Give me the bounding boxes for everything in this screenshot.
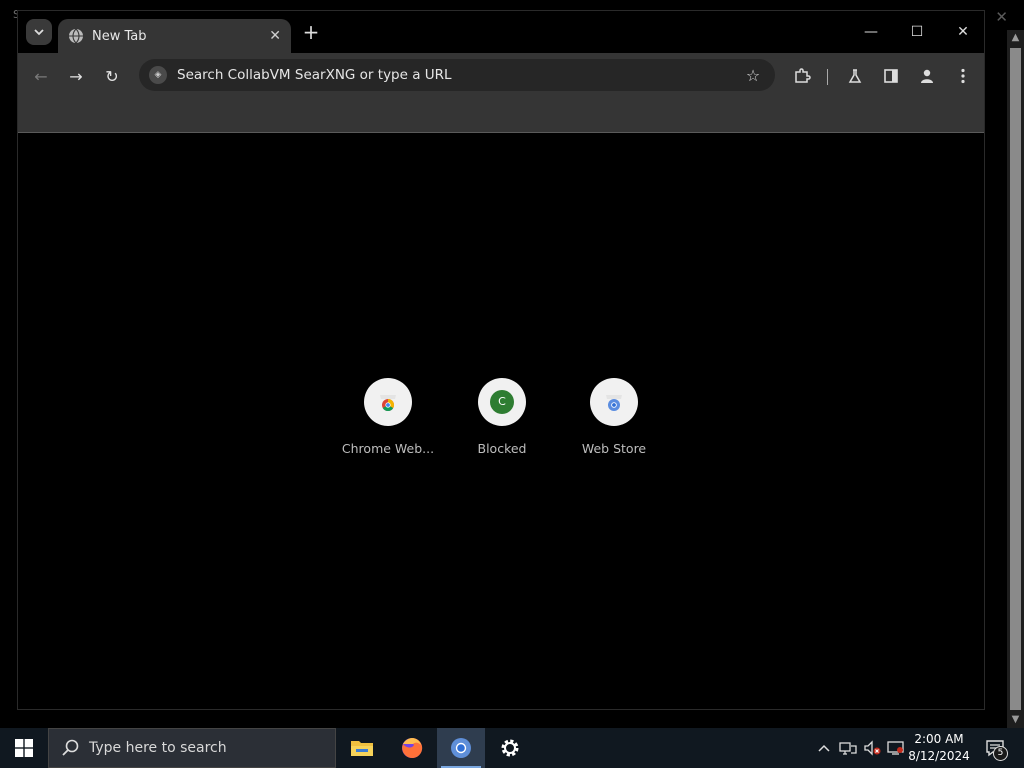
scrollbar-thumb[interactable] xyxy=(1010,48,1021,710)
reload-button[interactable]: ↻ xyxy=(99,63,125,89)
clock-time: 2:00 AM xyxy=(914,732,964,746)
search-icon xyxy=(62,739,79,756)
maximize-button[interactable]: ☐ xyxy=(902,20,932,44)
chrome-icon xyxy=(451,738,471,758)
globe-icon xyxy=(69,28,83,44)
back-button[interactable]: ← xyxy=(28,63,54,89)
shortcut-icon-circle[interactable] xyxy=(364,378,412,426)
tab-search-button[interactable] xyxy=(26,19,52,45)
show-hidden-icons-chevron-up-icon[interactable] xyxy=(812,728,836,768)
system-tray xyxy=(812,728,908,768)
letter-avatar-icon: C xyxy=(490,390,514,414)
vertical-scrollbar[interactable]: ▲ ▼ xyxy=(1007,30,1024,728)
taskbar-file-explorer[interactable] xyxy=(338,728,386,768)
taskbar-search-box[interactable]: Type here to search xyxy=(48,728,336,768)
scroll-up-icon[interactable]: ▲ xyxy=(1007,30,1024,46)
side-panel-icon xyxy=(884,69,898,83)
webstore-icon xyxy=(606,395,622,411)
desktop: S ✕ ▲ ▼ New Tab ✕ + — ☐ ✕ ← → xyxy=(0,0,1024,728)
notification-count-badge: 5 xyxy=(993,746,1008,761)
browser-toolbar: ← → ↻ ◈ Search CollabVM SearXNG or type … xyxy=(18,53,984,133)
scroll-down-icon[interactable]: ▼ xyxy=(1007,712,1024,728)
shortcut-label: Blocked xyxy=(477,441,527,456)
site-info-icon[interactable]: ◈ xyxy=(149,66,167,84)
tab-strip: New Tab ✕ + — ☐ ✕ xyxy=(18,11,984,53)
bookmark-star-icon[interactable]: ☆ xyxy=(741,66,765,85)
chrome-webstore-icon xyxy=(380,395,396,412)
desktop-close-icon[interactable]: ✕ xyxy=(995,8,1008,26)
profile-button[interactable] xyxy=(914,63,940,89)
taskbar-clock[interactable]: 2:00 AM 8/12/2024 xyxy=(905,731,973,765)
labs-button[interactable] xyxy=(842,63,868,89)
taskbar-chrome[interactable] xyxy=(437,728,485,768)
address-bar[interactable]: ◈ Search CollabVM SearXNG or type a URL … xyxy=(139,59,775,91)
chevron-down-icon xyxy=(34,29,44,36)
shortcut-icon-circle[interactable]: C xyxy=(478,378,526,426)
tab-close-icon[interactable]: ✕ xyxy=(269,28,281,44)
taskbar: Type here to search 2:00 AM 8/12/2024 5 xyxy=(0,728,1024,768)
clock-date: 8/12/2024 xyxy=(908,749,970,763)
shortcut-label: Web Store xyxy=(581,441,647,456)
puzzle-icon xyxy=(795,68,811,83)
shortcut-tile[interactable]: Chrome Web... xyxy=(333,378,443,456)
minimize-button[interactable]: — xyxy=(856,20,886,44)
action-center-button[interactable]: 5 xyxy=(980,728,1010,768)
tab-title: New Tab xyxy=(92,28,147,44)
new-tab-page: Chrome Web... C Blocked Web Store xyxy=(18,133,984,709)
windows-logo-icon xyxy=(15,739,33,757)
taskbar-firefox[interactable] xyxy=(388,728,436,768)
taskbar-search-placeholder[interactable]: Type here to search xyxy=(89,740,227,756)
shortcut-tile[interactable]: C Blocked xyxy=(447,378,557,456)
flask-icon xyxy=(848,69,862,83)
file-explorer-icon xyxy=(351,741,373,756)
toolbar-divider xyxy=(827,69,828,85)
firefox-icon xyxy=(402,737,423,758)
person-icon xyxy=(921,69,933,83)
start-button[interactable] xyxy=(0,728,48,768)
taskbar-settings[interactable] xyxy=(486,728,534,768)
tab-new-tab[interactable]: New Tab ✕ xyxy=(58,19,291,53)
shortcut-tile[interactable]: Web Store xyxy=(559,378,669,456)
side-panel-button[interactable] xyxy=(878,63,904,89)
volume-muted-icon[interactable] xyxy=(860,728,884,768)
extensions-button[interactable] xyxy=(789,63,815,89)
shortcut-icon-circle[interactable] xyxy=(590,378,638,426)
forward-button[interactable]: → xyxy=(63,63,89,89)
address-bar-placeholder[interactable]: Search CollabVM SearXNG or type a URL xyxy=(177,67,741,83)
settings-icon xyxy=(501,739,519,757)
menu-button[interactable] xyxy=(950,63,976,89)
kebab-menu-icon xyxy=(961,68,965,84)
chrome-window: New Tab ✕ + — ☐ ✕ ← → ↻ ◈ Search CollabV… xyxy=(17,10,985,710)
close-window-button[interactable]: ✕ xyxy=(948,20,978,44)
network-icon[interactable] xyxy=(836,728,860,768)
shortcut-label: Chrome Web... xyxy=(341,441,435,456)
new-tab-button[interactable]: + xyxy=(300,22,322,44)
